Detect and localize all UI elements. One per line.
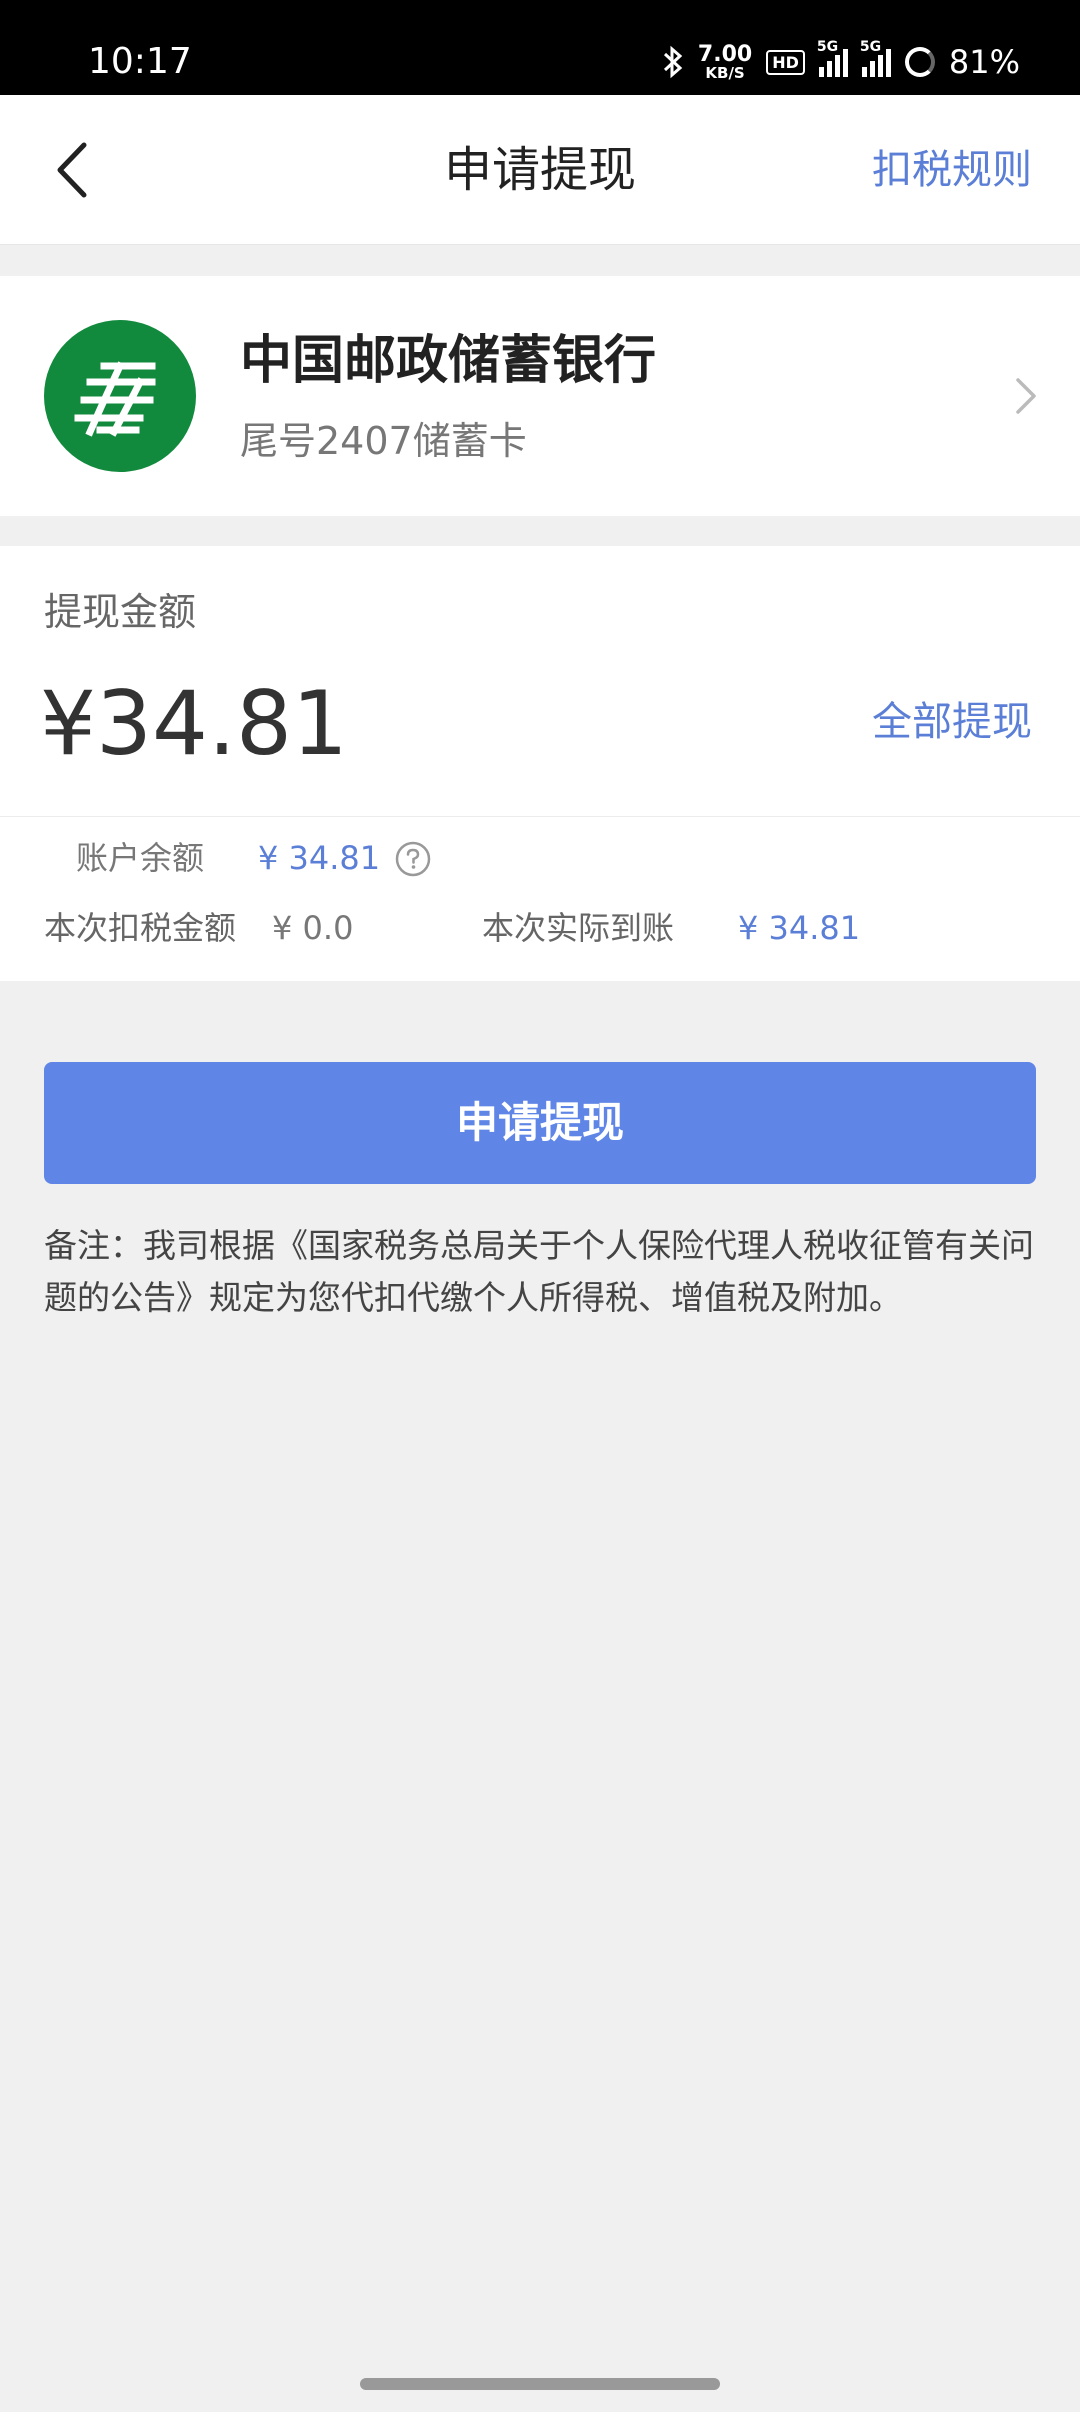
withdraw-amount-section: 提现金额 ¥34.81 全部提现 账户余额 ¥ 34.81 本次扣税金额 ¥ 0… <box>0 546 1080 981</box>
amount-label: 提现金额 <box>44 590 197 634</box>
network-speed: 7.00 KB/S <box>697 41 753 82</box>
battery-icon <box>904 47 935 77</box>
status-time: 10:17 <box>88 41 192 82</box>
signal-label: 5G <box>816 39 839 55</box>
tax-deduction-label: 本次扣税金额 <box>44 909 237 947</box>
divider <box>0 816 1080 817</box>
signal-label-2: 5G <box>859 39 882 55</box>
actual-received-label: 本次实际到账 <box>482 909 675 947</box>
network-speed-value: 7.00 <box>697 41 753 67</box>
title-bar: 申请提现 扣税规则 <box>0 95 1080 245</box>
card-tail-number: 尾号2407储蓄卡 <box>240 419 527 463</box>
actual-received-value: ¥ 34.81 <box>738 909 861 947</box>
network-speed-unit: KB/S <box>705 63 745 82</box>
balance-value: ¥ 34.81 <box>258 839 381 877</box>
bank-logo <box>44 320 196 472</box>
tax-rule-link[interactable]: 扣税规则 <box>872 143 1032 197</box>
chevron-right-icon <box>1016 378 1036 414</box>
home-indicator[interactable] <box>360 2378 720 2390</box>
help-icon[interactable] <box>394 840 432 878</box>
tax-deduction-value: ¥ 0.0 <box>272 909 354 947</box>
bluetooth-icon <box>663 45 683 79</box>
remark-text: 备注：我司根据《国家税务总局关于个人保险代理人税收征管有关问题的公告》规定为您代… <box>44 1226 1034 1317</box>
bank-name: 中国邮政储蓄银行 <box>240 331 657 391</box>
withdraw-all-button[interactable]: 全部提现 <box>872 694 1032 750</box>
battery-level: 81% <box>948 43 1020 81</box>
apply-withdraw-button[interactable]: 申请提现 <box>44 1062 1036 1184</box>
bank-card-selector[interactable]: 中国邮政储蓄银行 尾号2407储蓄卡 <box>0 276 1080 516</box>
balance-label: 账户余额 <box>76 839 205 877</box>
postal-bank-logo-icon <box>74 361 156 437</box>
signal-icon: 5G <box>817 39 848 77</box>
hd-voice-badge: HD <box>766 49 805 75</box>
amount-input[interactable]: ¥34.81 <box>40 666 348 782</box>
status-icons: 7.00 KB/S HD 5G 5G 81% <box>662 34 1020 90</box>
status-bar: 10:17 7.00 KB/S HD 5G 5G 81% <box>0 0 1080 95</box>
signal-icon-2: 5G <box>860 39 891 77</box>
